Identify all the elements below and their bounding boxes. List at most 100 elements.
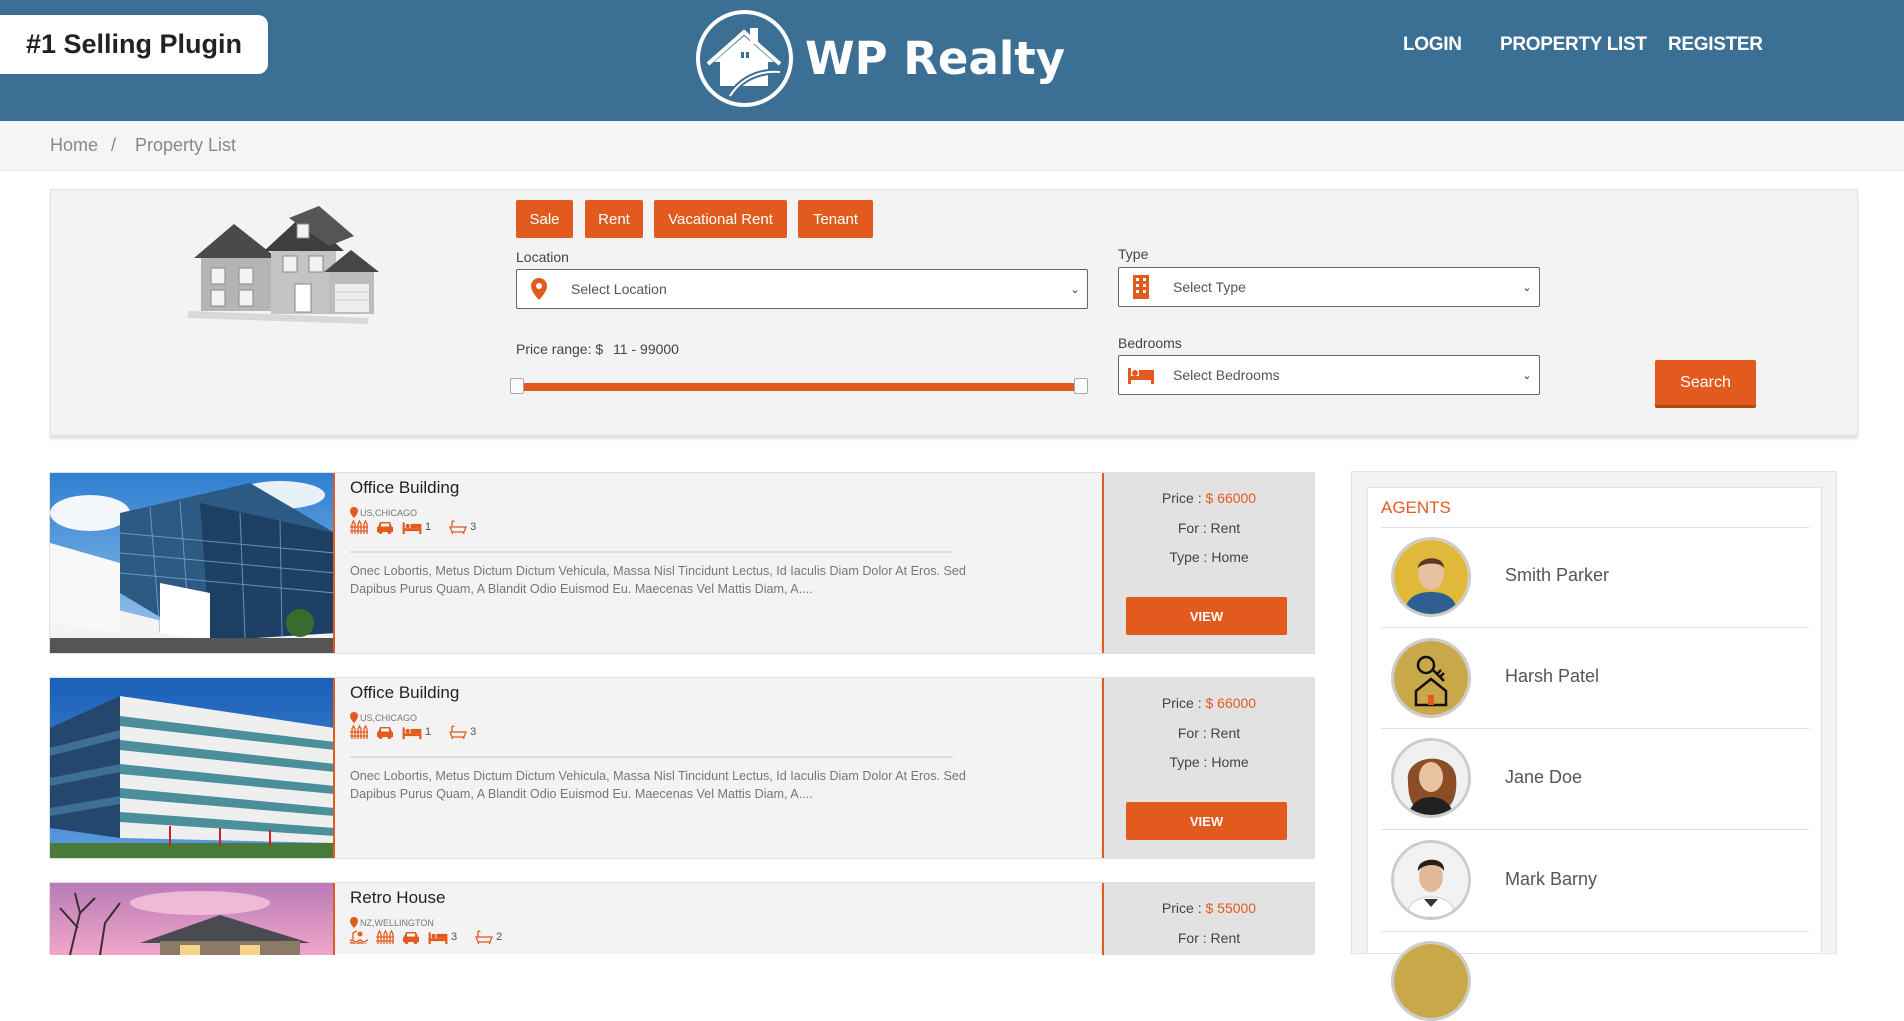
price-value: $ 66000 xyxy=(1205,490,1257,506)
agent-avatar[interactable] xyxy=(1391,941,1471,1021)
bedrooms-label: Bedrooms xyxy=(1118,335,1182,351)
listing-title[interactable]: Office Building xyxy=(350,478,459,498)
price-value: $ 55000 xyxy=(1205,900,1257,916)
chevron-down-icon: ⌄ xyxy=(1070,283,1080,296)
listing-image[interactable] xyxy=(50,473,335,653)
listing-for: For : Rent xyxy=(1177,930,1241,946)
agent-avatar[interactable] xyxy=(1391,537,1471,617)
fence-icon xyxy=(376,930,394,944)
agent-name[interactable]: Jane Doe xyxy=(1505,767,1582,788)
breadcrumb-current: Property List xyxy=(135,135,237,155)
site-header: #1 Selling Plugin WP Realty LOGIN PROPER… xyxy=(0,0,1904,121)
view-button[interactable]: VIEW xyxy=(1126,597,1287,635)
type-label: Type xyxy=(1118,246,1149,262)
listing-location-text: US,CHICAGO xyxy=(360,507,418,518)
type-select-text: Select Type xyxy=(1173,279,1246,295)
price-min-handle[interactable] xyxy=(510,378,524,394)
map-pin-icon xyxy=(517,278,561,300)
tab-rent[interactable]: Rent xyxy=(585,200,643,238)
view-button[interactable]: VIEW xyxy=(1126,802,1287,840)
listing-for: For : Rent xyxy=(1177,725,1241,741)
nav-register[interactable]: REGISTER xyxy=(1668,34,1763,56)
listing-description: Onec Lobortis, Metus Dictum Dictum Vehic… xyxy=(350,564,966,596)
logo-text: WP Realty xyxy=(805,32,1066,85)
price-range-slider[interactable] xyxy=(518,383,1081,391)
map-pin-icon xyxy=(350,712,358,723)
agents-divider xyxy=(1381,728,1809,729)
breadcrumb: Home / Property List xyxy=(0,121,1904,171)
listing-location: US,CHICAGO xyxy=(350,712,417,723)
listing-features: 1 3 xyxy=(350,725,476,739)
listing-image[interactable] xyxy=(50,678,335,858)
bed-icon: 1 xyxy=(402,521,431,534)
listing-bedrooms: 1 xyxy=(425,521,432,533)
listing-location: US,CHICAGO xyxy=(350,507,417,518)
agent-avatar[interactable] xyxy=(1391,840,1471,920)
price-label: Price : xyxy=(1161,900,1202,916)
bathtub-icon: 3 xyxy=(449,520,476,534)
nav-property-list[interactable]: PROPERTY LIST xyxy=(1500,34,1647,56)
type-select[interactable]: Select Type ⌄ xyxy=(1118,267,1540,307)
listing-price-box: Price : $ 66000 For : Rent Type : Home V… xyxy=(1102,473,1314,653)
listing-price-box: Price : $ 55000 For : Rent xyxy=(1102,883,1314,955)
listing-image[interactable] xyxy=(50,883,335,955)
listing-title[interactable]: Office Building xyxy=(350,683,459,703)
site-logo[interactable]: WP Realty xyxy=(696,10,1065,107)
listing-divider xyxy=(350,756,953,758)
listing-bathrooms: 3 xyxy=(470,521,477,533)
agent-name[interactable]: Smith Parker xyxy=(1505,565,1609,586)
agents-divider xyxy=(1381,527,1809,528)
price-range-prefix: Price range: $ xyxy=(516,341,604,357)
agent-avatar[interactable] xyxy=(1391,638,1471,718)
listing-location-text: US,CHICAGO xyxy=(360,712,418,723)
tab-vacational-rent[interactable]: Vacational Rent xyxy=(654,200,787,238)
selling-badge: #1 Selling Plugin xyxy=(0,15,268,74)
agents-divider xyxy=(1381,829,1809,830)
agents-title: AGENTS xyxy=(1381,498,1451,517)
listing-features: 3 2 xyxy=(350,930,502,944)
agents-divider xyxy=(1381,931,1809,932)
listing-price: Price : $ 55000 xyxy=(1104,900,1314,916)
tab-tenant[interactable]: Tenant xyxy=(798,200,873,238)
listing-price-box: Price : $ 66000 For : Rent Type : Home V… xyxy=(1102,678,1314,858)
price-value: $ 66000 xyxy=(1205,695,1257,711)
listing-description: Onec Lobortis, Metus Dictum Dictum Vehic… xyxy=(350,769,966,801)
bed-icon: 3 xyxy=(428,931,457,944)
price-range-value: 11 - 99000 xyxy=(613,341,679,357)
listing-features: 1 3 xyxy=(350,520,476,534)
listing-title[interactable]: Retro House xyxy=(350,888,445,908)
bathtub-icon: 2 xyxy=(475,930,502,944)
map-pin-icon xyxy=(350,507,358,518)
breadcrumb-home[interactable]: Home xyxy=(50,135,98,156)
listing-type: Type : Home xyxy=(1169,754,1249,770)
agent-name[interactable]: Mark Barny xyxy=(1505,869,1597,890)
tab-sale[interactable]: Sale xyxy=(516,200,573,238)
location-select[interactable]: Select Location ⌄ xyxy=(516,269,1088,309)
location-label: Location xyxy=(516,249,569,265)
breadcrumb-separator: / xyxy=(111,135,117,155)
price-range-label: Price range: $ 11 - 99000 xyxy=(516,341,679,357)
building-icon xyxy=(1119,275,1163,299)
search-button[interactable]: Search xyxy=(1655,360,1756,405)
listing-card: Office Building US,CHICAGO 1 3 Onec Lobo… xyxy=(49,677,1315,859)
listing-divider xyxy=(350,551,953,553)
fence-icon xyxy=(350,520,368,534)
agents-divider xyxy=(1381,627,1809,628)
nav-login[interactable]: LOGIN xyxy=(1403,34,1462,56)
listing-location-text: NZ,WELLINGTON xyxy=(360,917,434,928)
price-label: Price : xyxy=(1161,490,1202,506)
price-max-handle[interactable] xyxy=(1074,378,1088,394)
listing-bathrooms: 2 xyxy=(496,931,503,943)
house-illustration xyxy=(187,206,379,324)
listing-type: Type : Home xyxy=(1169,549,1249,565)
pool-icon xyxy=(350,930,368,944)
fence-icon xyxy=(350,725,368,739)
listing-for: For : Rent xyxy=(1177,520,1241,536)
chevron-down-icon: ⌄ xyxy=(1522,369,1532,382)
bedrooms-select-text: Select Bedrooms xyxy=(1173,367,1280,383)
agent-name[interactable]: Harsh Patel xyxy=(1505,666,1599,687)
agent-avatar[interactable] xyxy=(1391,738,1471,818)
bedrooms-select[interactable]: Select Bedrooms ⌄ xyxy=(1118,355,1540,395)
search-panel xyxy=(50,189,1858,436)
listing-card: Retro House NZ,WELLINGTON 3 2 Price : $ … xyxy=(49,882,1315,955)
